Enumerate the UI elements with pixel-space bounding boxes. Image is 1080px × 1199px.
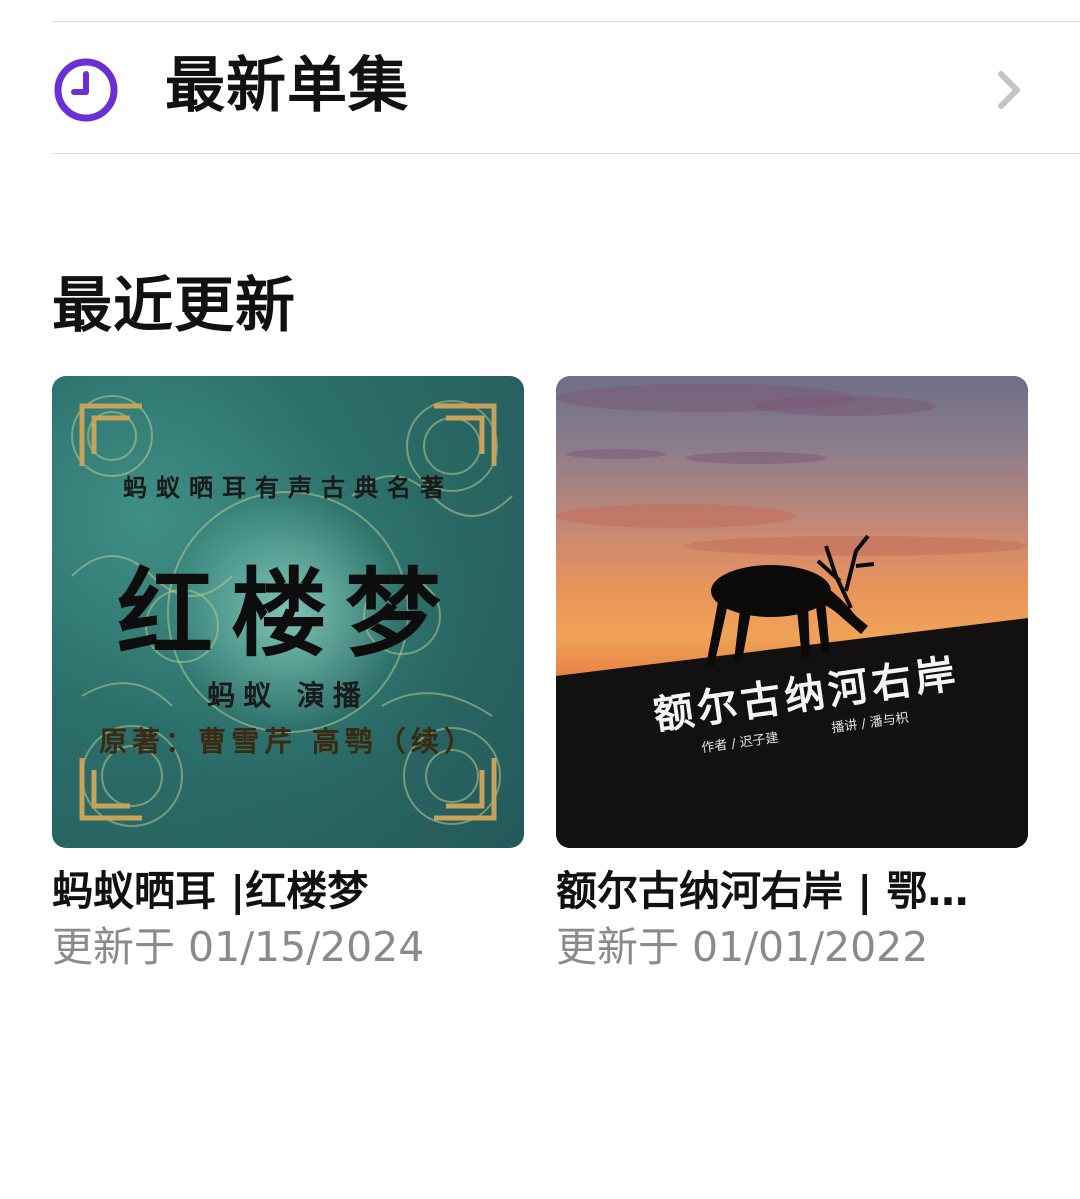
latest-episodes-label: 最新单集 [165, 51, 409, 121]
cover-original-author: 原著：曹雪芹 高鹗（续） [99, 725, 477, 758]
card-updated-date: 更新于 01/15/2024 [52, 923, 425, 971]
chevron-right-icon [998, 71, 1020, 109]
row-divider [52, 153, 1080, 154]
card-title[interactable]: 额尔古纳河右岸 | 鄂… [556, 866, 996, 916]
section-title: 最近更新 [52, 271, 296, 341]
cover-subtitle: 蚂蚁晒耳有声古典名著 [123, 473, 453, 502]
card-updated-date: 更新于 01/01/2022 [556, 923, 929, 971]
card-title[interactable]: 蚂蚁晒耳 |红楼梦 [52, 866, 492, 916]
clock-icon [54, 58, 118, 122]
cover-image[interactable]: 额尔古纳河右岸 作者 / 迟子建 播讲 / 潘与枳 [556, 376, 1028, 848]
latest-episodes-row[interactable]: 最新单集 [0, 22, 1080, 153]
sunset-clouds [556, 384, 1028, 848]
cover-image[interactable]: 蚂蚁晒耳有声古典名著 红楼梦 蚂蚁 演播 原著：曹雪芹 高鹗（续） [52, 376, 524, 848]
podcast-card[interactable]: 蚂蚁晒耳有声古典名著 红楼梦 蚂蚁 演播 原著：曹雪芹 高鹗（续） 蚂蚁晒耳 |… [52, 376, 524, 972]
podcast-card[interactable]: 额尔古纳河右岸 作者 / 迟子建 播讲 / 潘与枳 额尔古纳河右岸 | 鄂… 更… [556, 376, 1028, 972]
cover-narrator: 蚂蚁 演播 [207, 679, 369, 712]
cover-title: 红楼梦 [117, 557, 459, 670]
